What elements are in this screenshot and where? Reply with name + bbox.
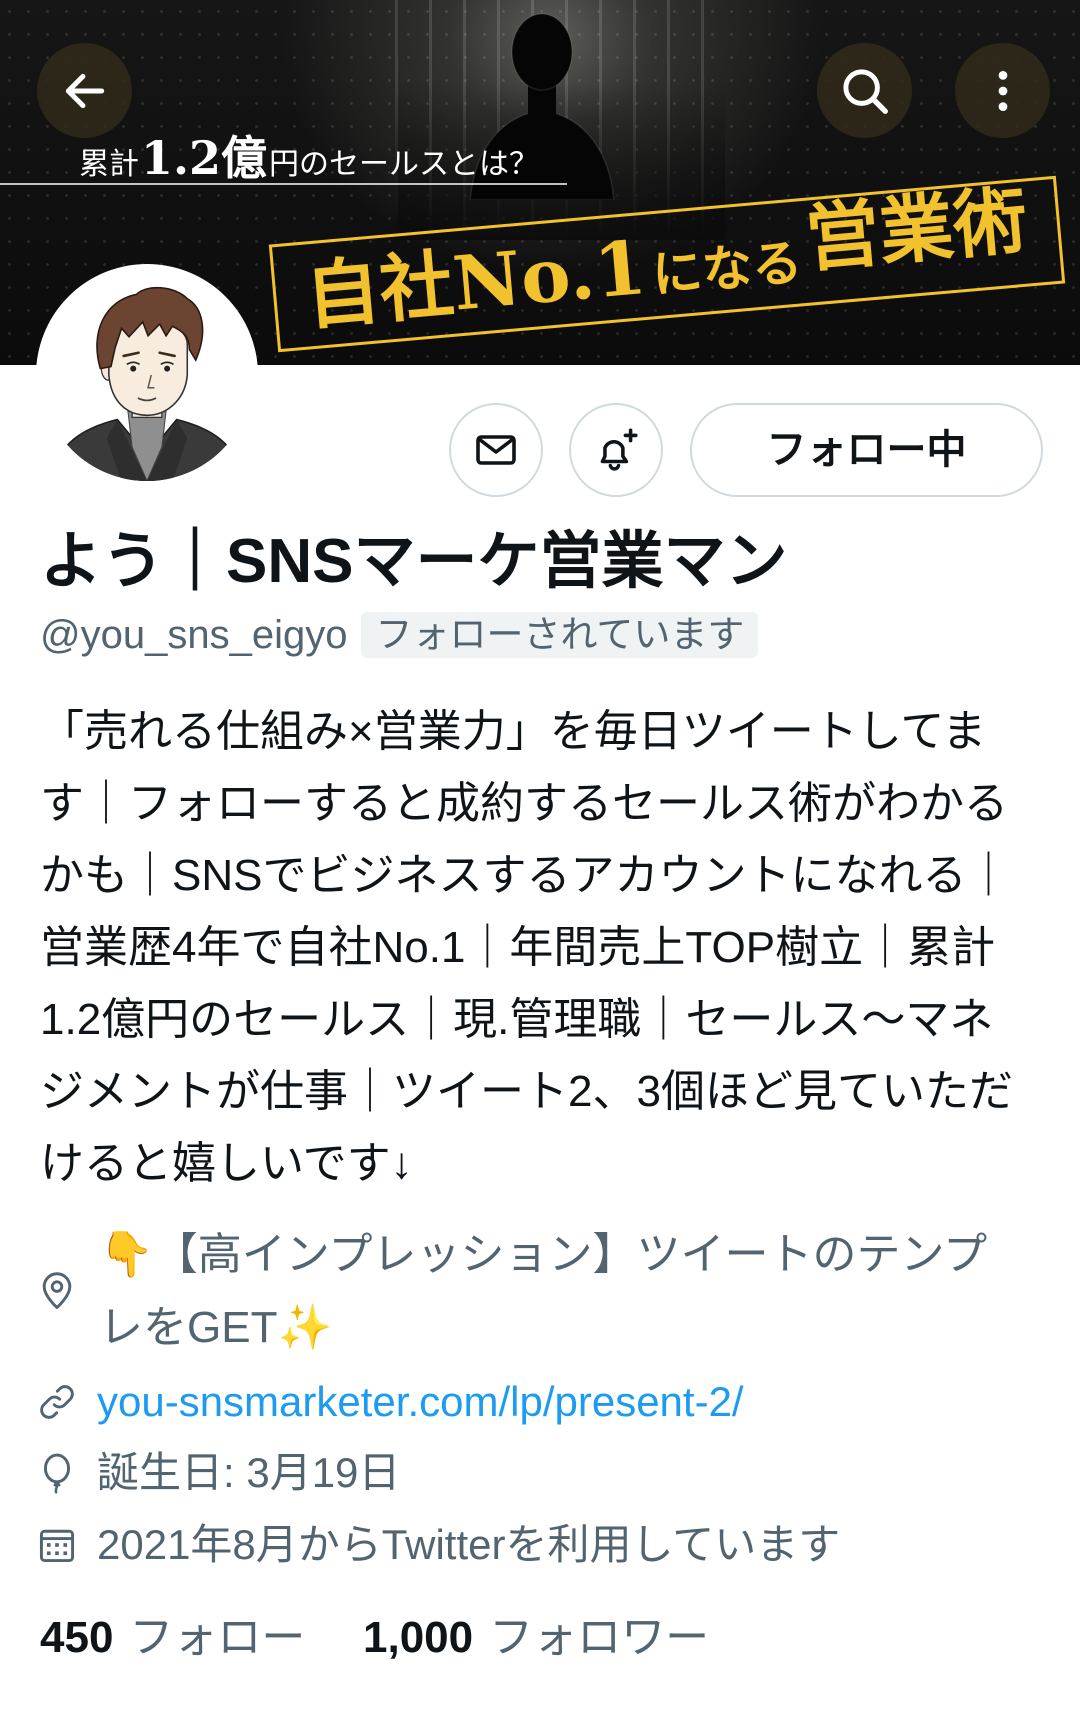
search-button[interactable] [817, 43, 912, 138]
user-handle: @you_sns_eigyo [40, 613, 348, 657]
message-button[interactable] [449, 403, 543, 497]
notifications-button[interactable] [569, 403, 663, 497]
bio-line: 営業歴4年で自社No.1｜年間売上TOP樹立｜累計 [40, 923, 996, 972]
search-icon [842, 68, 888, 114]
followers-count: 1,000 [363, 1613, 474, 1662]
bell-plus-icon [600, 428, 638, 471]
balloon-icon [43, 1453, 71, 1494]
banner-tagline-prefix: 累計 [79, 147, 139, 182]
back-button[interactable] [37, 43, 132, 138]
location-line: 👇【高インプレッション】ツイートのテンプ [99, 1230, 988, 1279]
avatar-illustration [41, 269, 253, 481]
bio-line: ジメントが仕事｜ツイート2、3個ほど見ていただ [40, 1067, 1013, 1116]
banner-tagline-suffix: 円のセールスとは？ [269, 147, 540, 182]
bio-line: 「売れる仕組み×営業力」を毎日ツイートしてま [40, 707, 987, 756]
display-name: よう｜SNSマーケ営業マン [40, 527, 788, 596]
bio-line: す｜フォローすると成約するセールス術がわかる [40, 779, 1008, 828]
following-button[interactable]: フォロー中 [690, 403, 1043, 497]
bio-line: かも｜SNSでビジネスするアカウントになれる｜ [40, 851, 1011, 900]
following-stat[interactable]: 450 フォロー [40, 1602, 305, 1674]
following-label: フォロー [129, 1613, 306, 1662]
banner-headline-main: 自社No.1 [302, 225, 650, 341]
follows-you-badge: フォローされています [361, 612, 759, 658]
profile-location: 👇【高インプレッション】ツイートのテンプ レをGET✨ [99, 1218, 1069, 1364]
arrow-left-icon [65, 73, 104, 108]
mail-icon [476, 435, 516, 465]
location-pin-icon [42, 1272, 72, 1309]
location-line: レをGET✨ [99, 1303, 333, 1352]
profile-birthday: 誕生日: 3月19日 [97, 1449, 401, 1496]
banner-headline-mid: になる [649, 232, 805, 305]
bio-line: けると嬉しいです↓ [40, 1139, 413, 1188]
profile-bio: 「売れる仕組み×営業力」を毎日ツイートしてま す｜フォローすると成約するセールス… [40, 696, 1070, 1200]
more-options-button[interactable] [955, 43, 1050, 138]
profile-website-link[interactable]: you-snsmarketer.com/lp/present-2/ [97, 1366, 1067, 1438]
followers-label: フォロワー [489, 1613, 710, 1662]
bio-line: 1.2億円のセールス｜現.管理職｜セールス〜マネ [40, 995, 994, 1044]
banner-headline-end: 営業術 [802, 177, 1031, 283]
banner-tagline-amount: 1.2億 [141, 131, 268, 185]
more-vertical-icon [998, 70, 1007, 111]
handle-row: @you_sns_eigyo フォローされています [40, 612, 759, 658]
following-count: 450 [40, 1613, 114, 1662]
avatar[interactable] [36, 264, 258, 486]
banner-tagline-rule [0, 183, 567, 185]
banner-tagline: 累計1.2億円のセールスとは？ [79, 122, 539, 188]
followers-stat[interactable]: 1,000 フォロワー [363, 1602, 709, 1674]
link-icon [40, 1385, 74, 1419]
calendar-icon [39, 1529, 75, 1563]
profile-joined-date: 2021年8月からTwitterを利用しています [97, 1521, 841, 1568]
